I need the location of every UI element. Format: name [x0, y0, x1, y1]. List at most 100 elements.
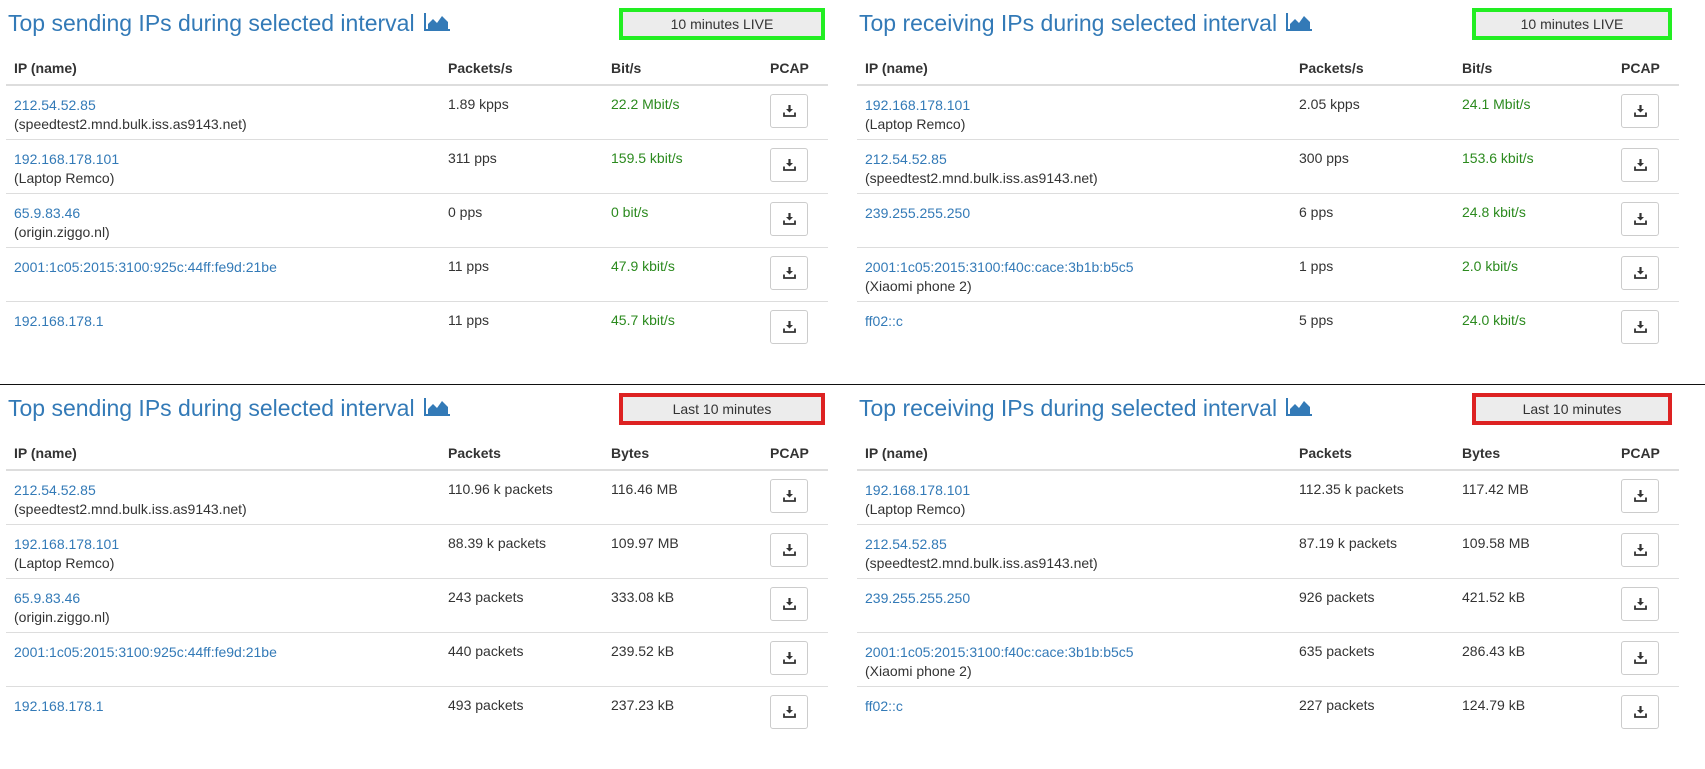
- column-header-pcap: PCAP: [1613, 437, 1679, 471]
- pcap-cell: [762, 632, 828, 687]
- pcap-download-button[interactable]: [770, 94, 808, 128]
- ip-cell: 212.54.52.85 (speedtest2.mnd.bulk.iss.as…: [857, 139, 1291, 194]
- rate-cell: 2.0 kbit/s: [1454, 247, 1613, 302]
- download-icon: [783, 651, 796, 664]
- pcap-download-button[interactable]: [1621, 309, 1659, 344]
- table-row: 192.168.178.101 (Laptop Remco) 112.35 k …: [857, 470, 1679, 525]
- area-chart-icon[interactable]: [423, 397, 451, 417]
- pcap-cell: [762, 247, 828, 302]
- ip-link[interactable]: 212.54.52.85: [14, 481, 432, 499]
- pcap-download-button[interactable]: [1621, 694, 1659, 729]
- panel-header: Top sending IPs during selected interval…: [6, 0, 832, 50]
- pcap-cell: [762, 578, 828, 633]
- table-row: 212.54.52.85 (speedtest2.mnd.bulk.iss.as…: [857, 139, 1679, 194]
- download-icon: [783, 266, 796, 279]
- pcap-cell: [1613, 85, 1679, 140]
- interval-button[interactable]: Last 10 minutes: [1472, 393, 1672, 425]
- pcap-download-button[interactable]: [770, 309, 808, 344]
- table-row: 192.168.178.1 493 packets 237.23 kB: [6, 686, 828, 740]
- pcap-download-button[interactable]: [770, 532, 808, 567]
- column-header-ip: IP (name): [6, 52, 440, 86]
- ip-link[interactable]: 239.255.255.250: [865, 204, 1283, 222]
- interval-button[interactable]: Last 10 minutes: [619, 393, 825, 425]
- pcap-download-button[interactable]: [770, 255, 808, 290]
- section-history: Top sending IPs during selected interval…: [0, 385, 1705, 769]
- interval-button[interactable]: 10 minutes LIVE: [1472, 8, 1672, 40]
- ip-cell: 212.54.52.85 (speedtest2.mnd.bulk.iss.as…: [6, 85, 440, 140]
- ip-link[interactable]: 239.255.255.250: [865, 589, 1283, 607]
- host-name: (origin.ziggo.nl): [14, 223, 110, 240]
- ip-link[interactable]: 212.54.52.85: [14, 96, 432, 114]
- ip-cell: 192.168.178.1: [6, 301, 440, 355]
- section-live: Top sending IPs during selected interval…: [0, 0, 1705, 384]
- pcap-download-button[interactable]: [1621, 479, 1659, 513]
- pcap-download-button[interactable]: [1621, 147, 1659, 182]
- column-header-ip: IP (name): [6, 437, 440, 471]
- ip-cell: 2001:1c05:2015:3100:f40c:cace:3b1b:b5c5 …: [857, 247, 1291, 302]
- ip-link[interactable]: 192.168.178.1: [14, 697, 432, 715]
- ip-link[interactable]: 2001:1c05:2015:3100:f40c:cace:3b1b:b5c5: [865, 258, 1283, 276]
- interval-button[interactable]: 10 minutes LIVE: [619, 8, 825, 40]
- ip-link[interactable]: 212.54.52.85: [865, 535, 1283, 553]
- ip-link[interactable]: ff02::c: [865, 697, 1283, 715]
- table-row: 239.255.255.250 6 pps 24.8 kbit/s: [857, 193, 1679, 248]
- ip-table: IP (name) Packets/s Bit/s PCAP 192.168.1…: [857, 52, 1679, 355]
- ip-cell: 65.9.83.46 (origin.ziggo.nl): [6, 578, 440, 633]
- ip-link[interactable]: 192.168.178.101: [865, 96, 1283, 114]
- ip-link[interactable]: 192.168.178.101: [865, 481, 1283, 499]
- ip-link[interactable]: 212.54.52.85: [865, 150, 1283, 168]
- panel-title: Top sending IPs during selected interval: [8, 10, 451, 37]
- packets-cell: 11 pps: [440, 247, 603, 302]
- ip-link[interactable]: 2001:1c05:2015:3100:925c:44ff:fe9d:21be: [14, 258, 432, 276]
- packets-cell: 88.39 k packets: [440, 524, 603, 579]
- ip-link[interactable]: 192.168.178.101: [14, 150, 432, 168]
- area-chart-icon[interactable]: [1285, 397, 1313, 417]
- rate-cell: 117.42 MB: [1454, 470, 1613, 525]
- column-header-ip: IP (name): [857, 437, 1291, 471]
- table-row: 2001:1c05:2015:3100:f40c:cace:3b1b:b5c5 …: [857, 247, 1679, 302]
- packets-cell: 0 pps: [440, 193, 603, 248]
- download-icon: [1634, 597, 1647, 610]
- pcap-download-button[interactable]: [770, 694, 808, 729]
- ip-cell: 192.168.178.101 (Laptop Remco): [857, 470, 1291, 525]
- download-icon: [1634, 158, 1647, 171]
- panel-title: Top sending IPs during selected interval: [8, 395, 451, 422]
- pcap-download-button[interactable]: [770, 586, 808, 621]
- ip-cell: 192.168.178.1: [6, 686, 440, 740]
- panel-header: Top receiving IPs during selected interv…: [857, 385, 1683, 435]
- column-header-ip: IP (name): [857, 52, 1291, 86]
- ip-link[interactable]: 65.9.83.46: [14, 589, 432, 607]
- ip-link[interactable]: 2001:1c05:2015:3100:925c:44ff:fe9d:21be: [14, 643, 432, 661]
- pcap-download-button[interactable]: [770, 640, 808, 675]
- table-row: 65.9.83.46 (origin.ziggo.nl) 243 packets…: [6, 578, 828, 633]
- host-name: (Laptop Remco): [865, 501, 966, 517]
- ip-cell: 239.255.255.250: [857, 193, 1291, 248]
- column-header-pcap: PCAP: [762, 52, 828, 86]
- ip-cell: 212.54.52.85 (speedtest2.mnd.bulk.iss.as…: [6, 470, 440, 525]
- table-row: 2001:1c05:2015:3100:925c:44ff:fe9d:21be …: [6, 632, 828, 687]
- download-icon: [783, 543, 796, 556]
- pcap-download-button[interactable]: [770, 147, 808, 182]
- pcap-download-button[interactable]: [1621, 201, 1659, 236]
- table-row: 2001:1c05:2015:3100:f40c:cace:3b1b:b5c5 …: [857, 632, 1679, 687]
- area-chart-icon[interactable]: [423, 12, 451, 32]
- pcap-download-button[interactable]: [1621, 640, 1659, 675]
- packets-cell: 2.05 kpps: [1291, 85, 1454, 140]
- packets-cell: 243 packets: [440, 578, 603, 633]
- ip-link[interactable]: 65.9.83.46: [14, 204, 432, 222]
- pcap-download-button[interactable]: [1621, 532, 1659, 567]
- pcap-download-button[interactable]: [1621, 94, 1659, 128]
- ip-link[interactable]: 192.168.178.1: [14, 312, 432, 330]
- ip-link[interactable]: ff02::c: [865, 312, 1283, 330]
- pcap-download-button[interactable]: [1621, 255, 1659, 290]
- pcap-download-button[interactable]: [1621, 586, 1659, 621]
- pcap-download-button[interactable]: [770, 479, 808, 513]
- download-icon: [783, 212, 796, 225]
- column-header-pcap: PCAP: [1613, 52, 1679, 86]
- ip-cell: 2001:1c05:2015:3100:925c:44ff:fe9d:21be: [6, 632, 440, 687]
- ip-cell: 192.168.178.101 (Laptop Remco): [6, 139, 440, 194]
- ip-link[interactable]: 192.168.178.101: [14, 535, 432, 553]
- area-chart-icon[interactable]: [1285, 12, 1313, 32]
- ip-link[interactable]: 2001:1c05:2015:3100:f40c:cace:3b1b:b5c5: [865, 643, 1283, 661]
- pcap-download-button[interactable]: [770, 201, 808, 236]
